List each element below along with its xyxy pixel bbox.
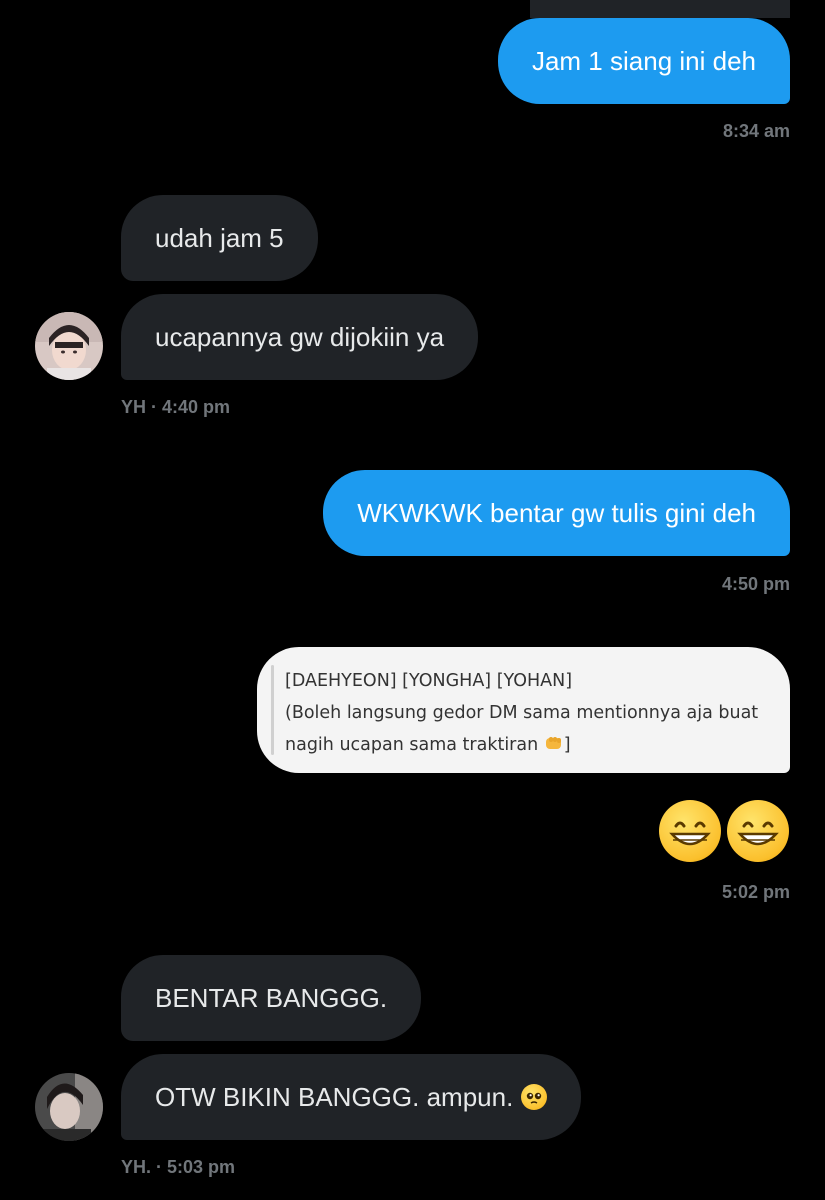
message-sender-timestamp: YH. · 5:03 pm — [121, 1157, 236, 1177]
outgoing-message-bubble[interactable]: Jam 1 siang ini deh — [497, 18, 790, 104]
quote-line-text: ] — [563, 735, 571, 755]
grinning-face-emoji-icon[interactable] — [727, 800, 789, 862]
avatar-image — [35, 1073, 103, 1141]
avatar[interactable] — [35, 312, 103, 380]
grinning-face-emoji-icon[interactable] — [659, 800, 721, 862]
quote-line: nagih ucapan sama traktiran ] — [285, 729, 768, 761]
incoming-message-bubble[interactable]: OTW BIKIN BANGGG. ampun. — [121, 1054, 582, 1140]
incoming-message-bubble[interactable]: BENTAR BANGGG. — [121, 955, 422, 1041]
grinning-face-emoji-icon — [737, 821, 779, 846]
message-text: WKWKWK bentar gw tulis gini deh — [357, 498, 756, 528]
message-text: ucapannya gw dijokiin ya — [155, 322, 445, 352]
fist-bump-emoji-icon — [545, 737, 561, 749]
quote-line: (Boleh langsung gedor DM sama mentionnya… — [285, 703, 759, 723]
message-text: udah jam 5 — [155, 223, 284, 253]
message-text: OTW BIKIN BANGGG. ampun. — [155, 1082, 514, 1112]
incoming-message-bubble[interactable]: udah jam 5 — [121, 195, 318, 281]
avatar-image — [35, 312, 103, 380]
message-timestamp: 4:50 pm — [721, 574, 790, 594]
pleading-face-emoji-icon — [521, 1084, 548, 1110]
outgoing-quote-bubble[interactable]: [DAEHYEON] [YONGHA] [YOHAN] (Boleh langs… — [257, 647, 790, 773]
message-timestamp: 8:34 am — [722, 121, 790, 141]
outgoing-message-bubble[interactable]: WKWKWK bentar gw tulis gini deh — [323, 470, 790, 556]
message-sender-timestamp: YH · 4:40 pm — [121, 397, 231, 417]
message-text: BENTAR BANGGG. — [155, 983, 388, 1013]
grinning-face-emoji-icon — [669, 821, 711, 846]
quote-line-text: nagih ucapan sama traktiran — [285, 735, 544, 755]
quote-line: [DAEHYEON] [YONGHA] [YOHAN] — [285, 671, 573, 691]
previous-message-bubble — [530, 0, 790, 18]
avatar[interactable] — [35, 1073, 103, 1141]
pleading-face-emoji-icon — [527, 1092, 542, 1104]
message-timestamp: 5:02 pm — [721, 882, 790, 902]
incoming-message-bubble[interactable]: ucapannya gw dijokiin ya — [121, 294, 479, 380]
quote-bar — [271, 665, 274, 755]
message-text: Jam 1 siang ini deh — [531, 46, 756, 76]
